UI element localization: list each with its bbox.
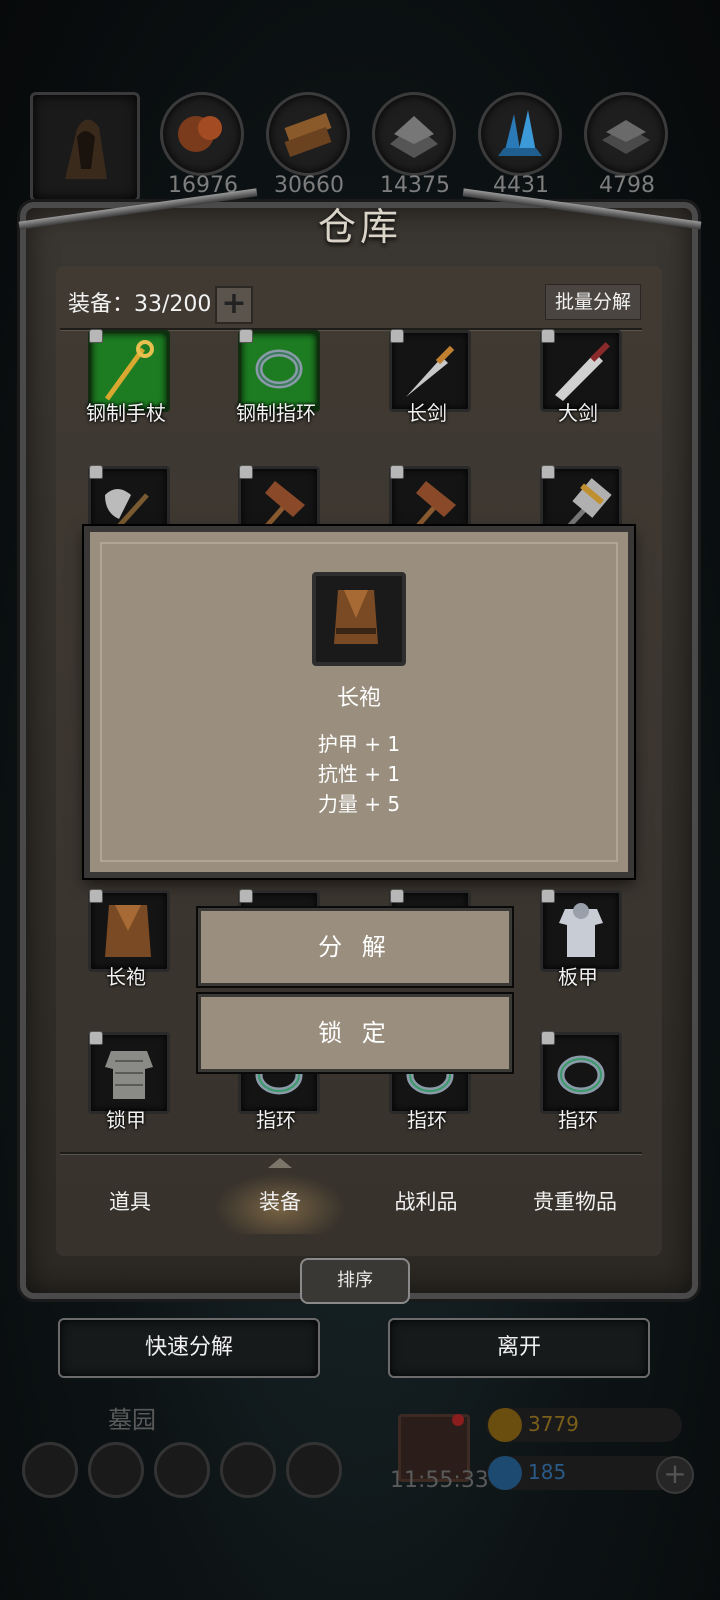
quick-decompose-button[interactable]: 快速分解 <box>58 1318 320 1378</box>
chainmail-icon <box>105 1051 153 1099</box>
tooltip-stat: 抗性 + 1 <box>317 762 401 786</box>
resource-value: 4798 <box>599 173 655 198</box>
item-tooltip: 长袍 护甲 + 1 抗性 + 1 力量 + 5 <box>84 526 634 878</box>
hero-portrait[interactable] <box>30 92 140 202</box>
resource-crystal: 4431 <box>478 92 562 198</box>
wood-icon <box>284 112 332 158</box>
bag-icon[interactable] <box>286 1442 342 1498</box>
skills-icon[interactable] <box>88 1442 144 1498</box>
quest-icon[interactable] <box>220 1442 276 1498</box>
greatsword-icon <box>555 342 610 401</box>
decompose-button[interactable]: 分 解 <box>198 908 512 986</box>
lock-icon <box>239 889 253 903</box>
hood-icon <box>65 119 107 179</box>
item-label: 大剑 <box>558 401 598 425</box>
longsword-icon <box>406 345 455 397</box>
item-slot[interactable] <box>540 1031 622 1114</box>
expand-capacity-button[interactable]: + <box>215 286 253 324</box>
resource-iron: 4798 <box>584 92 668 198</box>
gold-amount: 3779 <box>528 1412 579 1436</box>
item-label: 板甲 <box>558 965 598 989</box>
tab-loot[interactable]: 战利品 <box>356 1170 496 1234</box>
item-label: 指环 <box>256 1108 296 1132</box>
ring-icon <box>557 1055 605 1095</box>
tooltip-stat: 护甲 + 1 <box>317 732 401 756</box>
item-label: 钢制手杖 <box>86 401 166 425</box>
panel-title: 仓库 <box>317 205 402 249</box>
ring-icon <box>255 349 303 389</box>
item-label: 锁甲 <box>106 1108 146 1132</box>
item-label: 指环 <box>407 1108 447 1132</box>
location-label: 墓园 <box>108 1406 156 1434</box>
ore-icon <box>178 116 222 152</box>
map-icon[interactable] <box>154 1442 210 1498</box>
robe-icon <box>334 590 378 644</box>
lock-icon <box>390 889 404 903</box>
staff-icon <box>104 340 154 401</box>
item-label: 长剑 <box>407 401 447 425</box>
tab-valuables[interactable]: 贵重物品 <box>500 1170 650 1234</box>
resource-ore: 16976 <box>160 92 244 198</box>
category-tabs: 道具 装备 战利品 贵重物品 <box>60 1170 642 1234</box>
plate-armor-icon <box>559 903 603 957</box>
settings-icon[interactable] <box>22 1442 78 1498</box>
item-label: 长袍 <box>106 965 146 989</box>
tooltip-stat: 力量 + 5 <box>317 792 401 816</box>
stone-icon <box>390 116 438 158</box>
gem-icon <box>488 1456 522 1490</box>
batch-decompose-button[interactable]: 批量分解 <box>545 284 641 320</box>
tooltip-item-name: 长袍 <box>336 686 381 711</box>
item-slot[interactable] <box>88 1031 170 1114</box>
lock-button[interactable]: 锁 定 <box>198 994 512 1072</box>
gem-amount: 185 <box>528 1460 567 1484</box>
notification-dot <box>452 1414 464 1426</box>
crystal-icon <box>498 110 542 156</box>
sort-button[interactable]: 排序 <box>300 1258 410 1304</box>
active-tab-indicator <box>268 1158 292 1168</box>
gold-coin-icon <box>488 1408 522 1442</box>
timer: 11:55:33 <box>390 1468 489 1493</box>
equip-count: 装备：33/200 <box>68 292 212 317</box>
tab-equipment[interactable]: 装备 <box>210 1170 350 1234</box>
item-label: 钢制指环 <box>236 401 316 425</box>
item-label: 指环 <box>558 1108 598 1132</box>
item-slot[interactable] <box>540 889 622 972</box>
resource-stone: 14375 <box>372 92 456 198</box>
tooltip-item-icon <box>312 572 406 666</box>
add-currency-button[interactable]: + <box>656 1456 694 1494</box>
item-slot[interactable] <box>88 889 170 972</box>
iron-icon <box>602 120 650 154</box>
tab-items[interactable]: 道具 <box>60 1170 200 1234</box>
divider <box>60 1152 642 1155</box>
resource-wood: 30660 <box>266 92 350 198</box>
leave-button[interactable]: 离开 <box>388 1318 650 1378</box>
title-plate: 仓库 <box>240 180 480 260</box>
robe-icon <box>105 905 151 957</box>
